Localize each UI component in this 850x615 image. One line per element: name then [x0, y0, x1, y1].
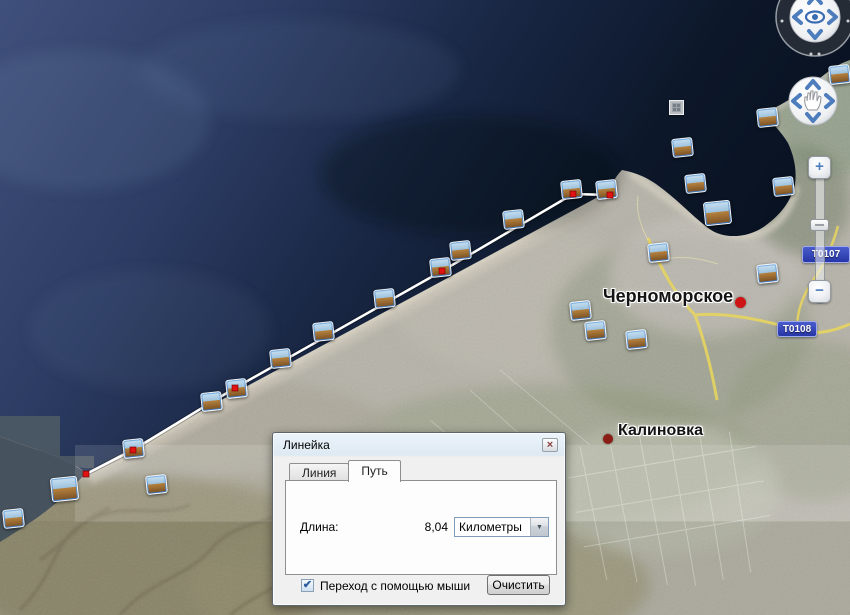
tab-page: Длина: 8,04 Километры ▼: [285, 480, 557, 575]
photo-thumbnail: [673, 139, 691, 156]
photo-marker-icon[interactable]: [569, 300, 592, 321]
photo-marker-icon[interactable]: [312, 321, 335, 342]
photo-thumbnail: [571, 302, 589, 319]
photo-thumbnail: [227, 380, 245, 397]
photo-thumbnail: [758, 109, 776, 126]
mouse-nav-label: Переход с помощью мыши: [320, 579, 470, 593]
photo-marker-icon[interactable]: [145, 474, 168, 495]
photo-thumbnail: [705, 202, 730, 224]
close-icon[interactable]: ×: [542, 438, 558, 452]
ruler-dialog: Линейка × Линия Путь Длина: 8,04 Километ…: [272, 432, 566, 606]
ruler-tabs: Линия Путь: [289, 460, 401, 482]
photo-thumbnail: [597, 181, 615, 198]
photo-thumbnail: [451, 242, 469, 259]
look-joystick[interactable]: [773, 0, 850, 59]
photo-marker-icon[interactable]: [772, 176, 795, 197]
photo-thumbnail: [147, 476, 165, 493]
photo-thumbnail: [504, 211, 522, 228]
clear-button[interactable]: Очистить: [487, 575, 550, 595]
photo-thumbnail: [686, 175, 704, 192]
photo-marker-icon[interactable]: [269, 348, 292, 369]
units-selected-value: Километры: [455, 520, 530, 534]
photo-thumbnail: [758, 265, 776, 282]
units-dropdown[interactable]: Километры ▼: [454, 517, 549, 537]
zoom-slider-handle[interactable]: [810, 219, 829, 231]
photo-marker-icon[interactable]: [647, 242, 670, 263]
photo-marker-icon[interactable]: [225, 378, 248, 399]
photo-marker-icon[interactable]: [756, 263, 779, 284]
photo-thumbnail: [774, 178, 792, 195]
photo-marker-icon[interactable]: [50, 476, 79, 503]
photo-marker-icon[interactable]: [684, 173, 707, 194]
photo-thumbnail: [562, 181, 580, 198]
photo-marker-icon[interactable]: [584, 320, 607, 341]
photo-marker-icon[interactable]: [756, 107, 779, 128]
photo-marker-icon[interactable]: [2, 508, 25, 529]
photo-thumbnail: [586, 322, 604, 339]
web-marker-glyph: [672, 103, 681, 112]
zoom-slider[interactable]: + −: [806, 152, 833, 310]
zoom-out-button[interactable]: −: [808, 280, 831, 303]
photo-marker-icon[interactable]: [703, 200, 732, 227]
photo-marker-icon[interactable]: [122, 438, 145, 459]
photo-thumbnail: [431, 259, 449, 276]
photo-thumbnail: [375, 290, 393, 307]
move-joystick[interactable]: [781, 69, 845, 133]
mouse-nav-checkbox[interactable]: ✔: [301, 579, 314, 592]
length-label: Длина:: [300, 520, 338, 534]
map-canvas[interactable]: ЧерноморскоеКалиновкаТ0107Т0108: [0, 0, 850, 615]
zoom-in-button[interactable]: +: [808, 156, 831, 179]
photo-thumbnail: [52, 478, 77, 500]
photo-marker-icon[interactable]: [502, 209, 525, 230]
photo-thumbnail: [627, 331, 645, 348]
chevron-down-icon[interactable]: ▼: [530, 518, 548, 536]
photo-marker-icon[interactable]: [449, 240, 472, 261]
dialog-title[interactable]: Линейка: [283, 438, 330, 452]
photo-thumbnail: [314, 323, 332, 340]
photo-thumbnail: [271, 350, 289, 367]
photo-thumbnail: [649, 244, 667, 261]
length-value: 8,04: [425, 520, 454, 534]
photo-marker-icon[interactable]: [429, 257, 452, 278]
photo-thumbnail: [4, 510, 22, 527]
tab-path[interactable]: Путь: [348, 460, 400, 482]
web-link-marker-icon[interactable]: [669, 100, 684, 115]
photo-marker-icon[interactable]: [595, 179, 618, 200]
photo-marker-icon[interactable]: [560, 179, 583, 200]
photo-thumbnail: [202, 393, 220, 410]
photo-thumbnail: [124, 440, 142, 457]
photo-marker-icon[interactable]: [671, 137, 694, 158]
photo-marker-icon[interactable]: [625, 329, 648, 350]
photo-marker-icon[interactable]: [373, 288, 396, 309]
photo-marker-icon[interactable]: [200, 391, 223, 412]
